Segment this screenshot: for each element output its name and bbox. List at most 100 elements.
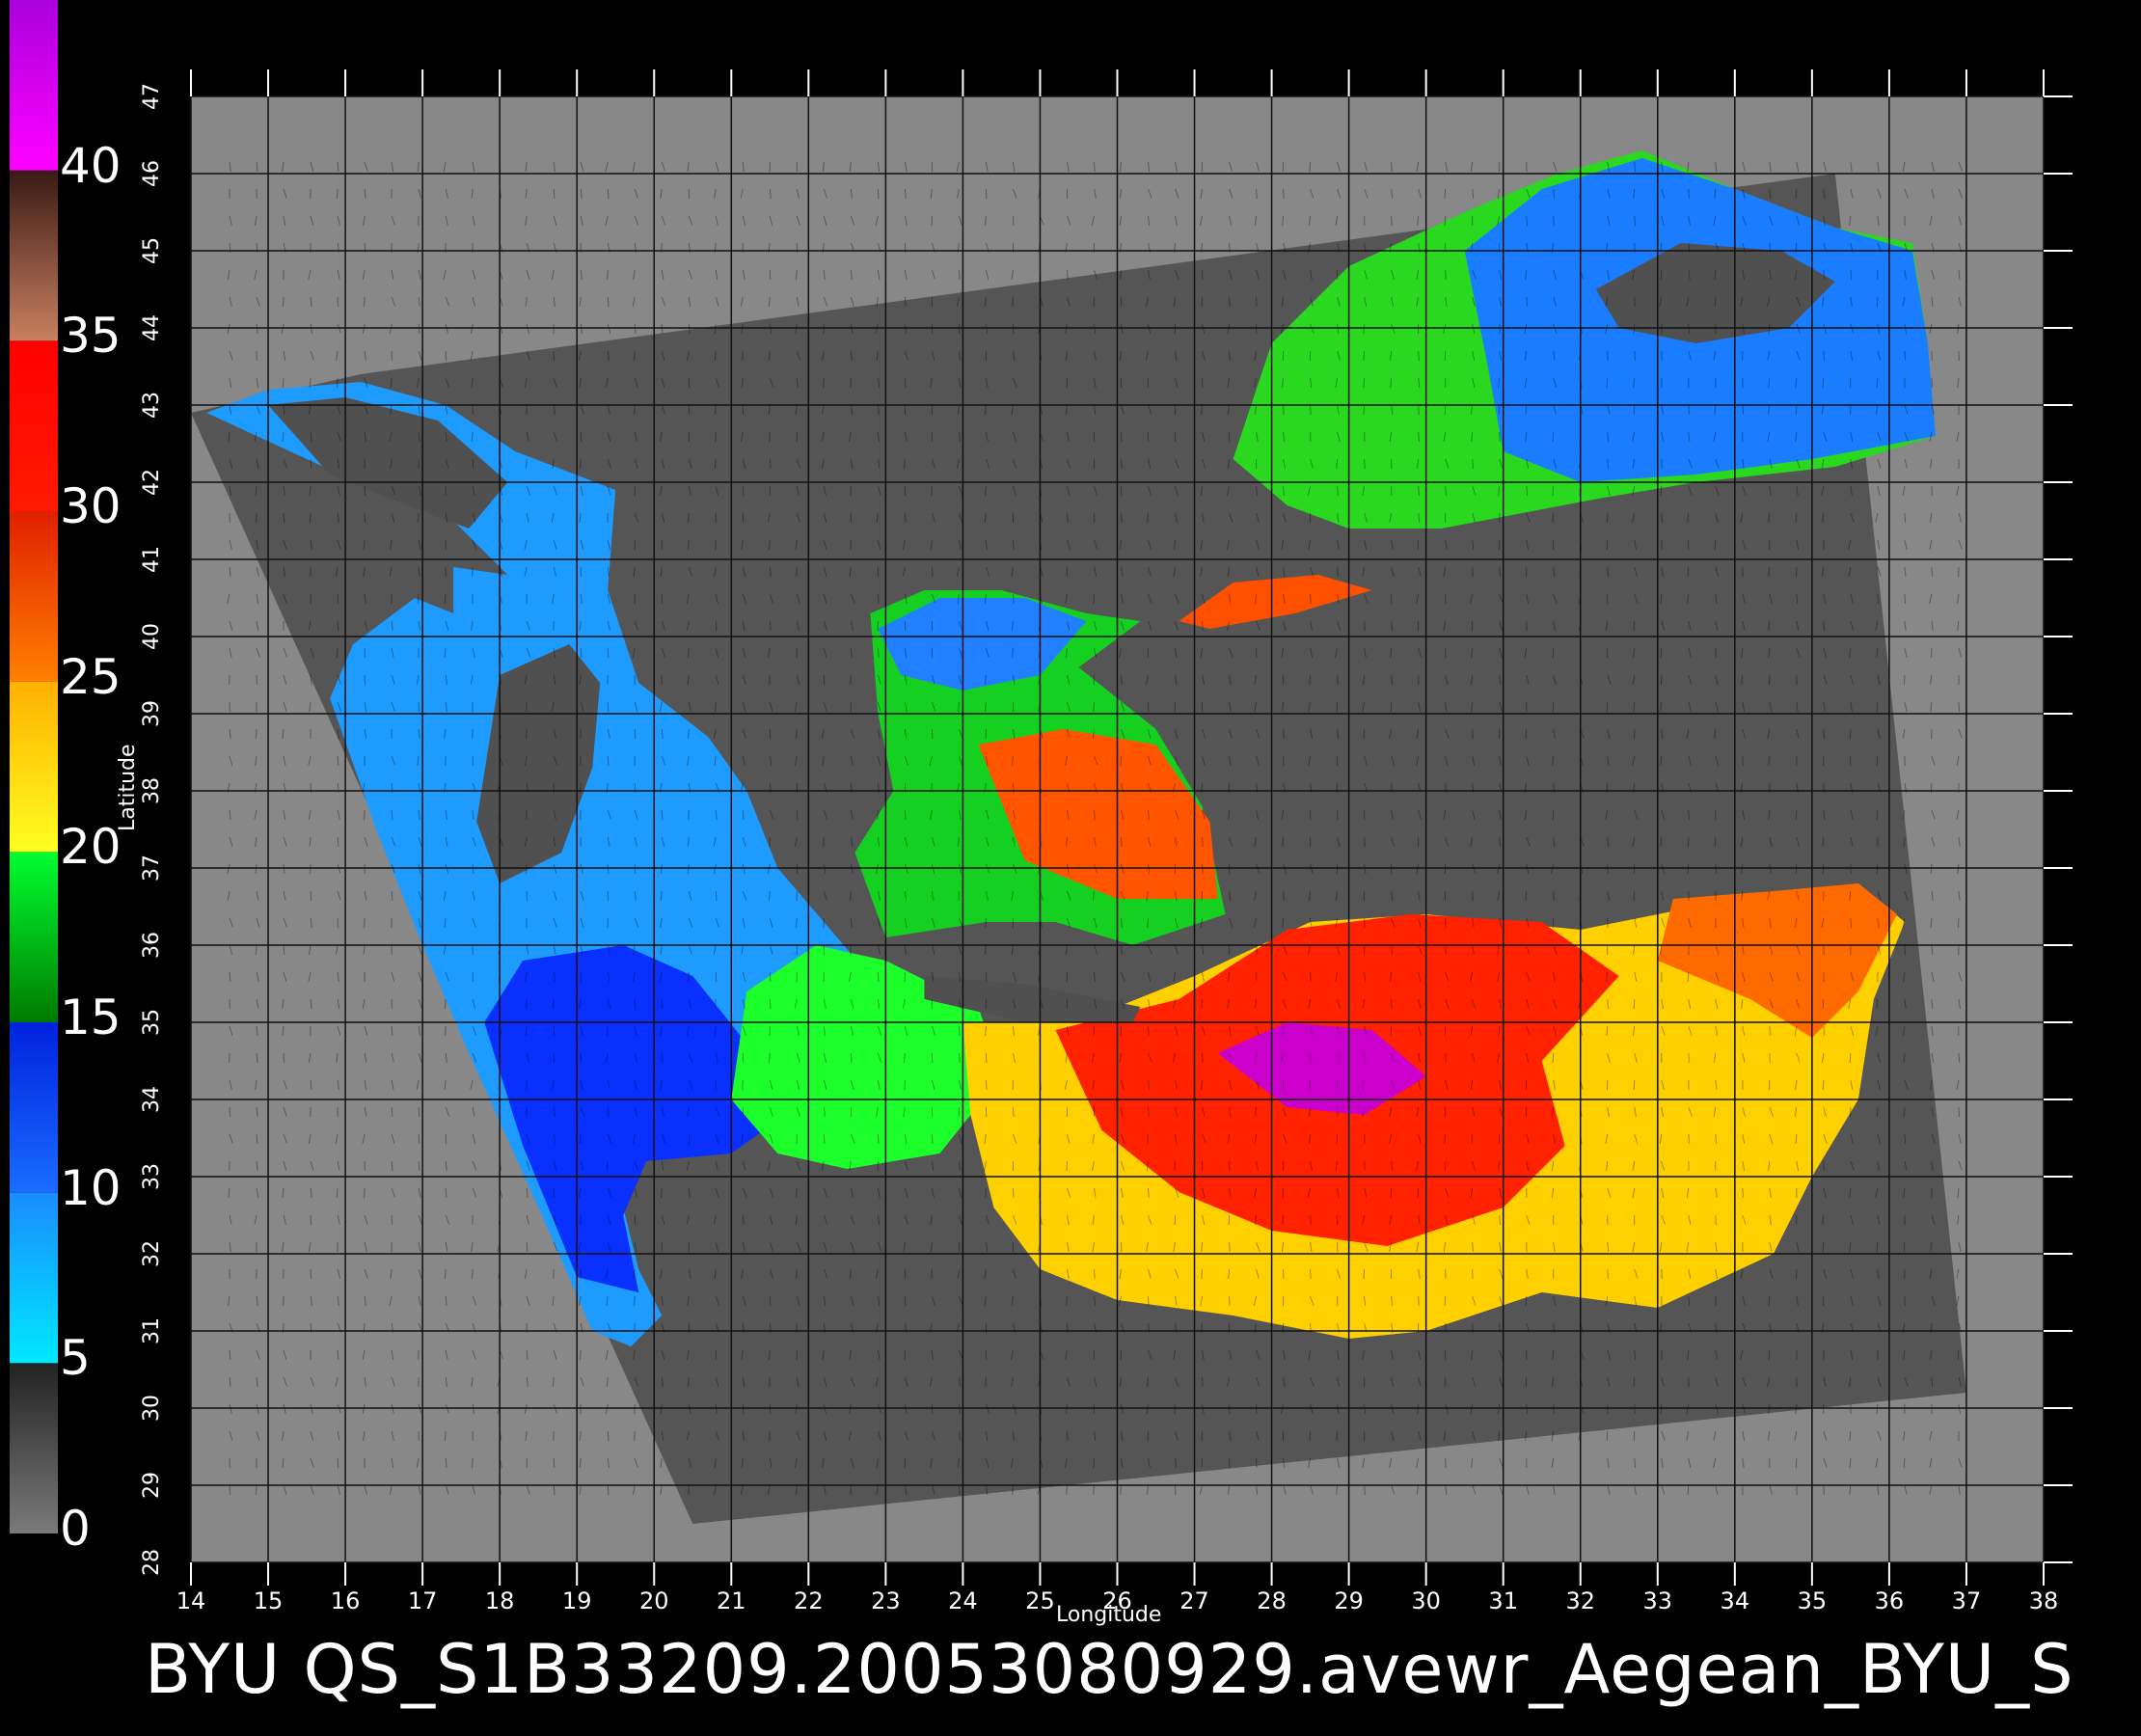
wind-vector [1445,944,1447,956]
wind-vector [336,188,339,200]
x-tick-label: 27 [1179,1587,1209,1614]
wind-vector [1201,1268,1204,1280]
x-tick-label: 22 [794,1587,824,1614]
wind-vector [580,647,583,659]
colorbar-label: 5 [60,1330,91,1387]
wind-vector [1472,890,1474,902]
wind-vector [1553,890,1555,902]
wind-vector [850,944,852,956]
wind-vector [1283,1025,1285,1037]
wind-vector [1472,728,1474,740]
wind-vector [1742,755,1744,767]
wind-vector [1121,674,1123,686]
wind-vector [1715,647,1717,659]
wind-vector [742,485,745,497]
wind-vector [1472,566,1474,578]
colorbar-label: 25 [60,648,122,705]
wind-vector [1876,863,1879,875]
wind-vector [1012,323,1015,335]
wind-vector [1903,1457,1906,1469]
y-tick-label: 41 [140,546,164,573]
x-tick-label: 29 [1334,1587,1364,1614]
wind-vector [904,809,907,821]
wind-vector [1687,971,1690,983]
wind-vector [364,512,366,524]
wind-vector [526,998,528,1010]
wind-vector [1661,1268,1663,1280]
wind-vector [364,809,366,821]
wind-vector [553,1025,556,1037]
wind-vector [1499,323,1501,335]
y-tick-label: 35 [140,1009,164,1036]
wind-vector [1336,1133,1339,1145]
wind-vector [1418,404,1420,416]
wind-vector [850,890,852,902]
wind-vector [553,188,556,200]
y-tick-label: 42 [140,469,164,496]
y-tick-label: 34 [140,1086,164,1113]
wind-vector [769,998,772,1010]
wind-vector [1876,701,1879,713]
wind-vector [1229,296,1231,308]
wind-vector [1174,701,1177,713]
wind-vector [472,566,474,578]
wind-vector [1606,1430,1609,1442]
wind-vector [985,971,988,983]
wind-vector [1202,836,1204,848]
y-tick-label: 37 [140,854,164,882]
wind-vector [1633,1079,1636,1091]
x-tick-label: 20 [639,1587,669,1614]
wind-vector [1147,1430,1150,1442]
wind-vector [1364,458,1366,470]
wind-vector [1336,1430,1339,1442]
wind-vector [1066,1430,1069,1442]
colorbar-segment [10,170,58,341]
y-tick-label: 47 [140,83,164,110]
x-tick-label: 23 [871,1587,901,1614]
wind-vector [1714,836,1717,848]
wind-vector [985,917,987,929]
wind-vector [796,566,798,578]
wind-vector [364,1187,366,1199]
wind-vector [1795,863,1798,875]
wind-vector [553,1376,555,1388]
wind-vector [309,377,312,389]
wind-vector [445,1025,447,1037]
colorbar [10,0,58,1533]
wind-vector [1093,1268,1096,1280]
colorbar-label: 0 [60,1501,91,1557]
wind-vector [1148,701,1150,713]
y-tick-label: 30 [140,1395,164,1422]
wind-vector [1093,701,1095,713]
wind-vector [283,296,285,308]
colorbar-label: 20 [60,819,122,876]
x-tick-label: 30 [1411,1587,1441,1614]
wind-vector [1229,1295,1231,1307]
wind-vector [1120,1484,1123,1496]
wind-vector [1822,1079,1825,1091]
wind-vector [1364,1133,1366,1145]
x-tick-label: 24 [948,1587,978,1614]
wind-vector [364,485,366,497]
wind-vector [1633,1376,1636,1388]
wind-vector [418,161,420,173]
wind-vector [1849,1457,1852,1469]
wind-vector [715,539,717,551]
wind-vector [958,701,960,713]
wind-vector [1202,377,1204,389]
colorbar-segment [10,511,58,682]
wind-vector [1121,512,1123,524]
wind-vector [1525,1376,1528,1388]
wind-vector [904,296,907,308]
wind-vector [850,674,852,686]
wind-vector [310,1214,312,1226]
wind-vector [769,971,772,983]
colorbar-label: 35 [60,308,122,365]
wind-vector [1472,1241,1474,1253]
wind-vector [1823,620,1825,632]
colorbar-segment [10,852,58,1022]
x-tick-label: 16 [331,1587,361,1614]
colorbar-segment [10,1022,58,1193]
wind-vector [985,1079,988,1091]
wind-vector [1660,485,1663,497]
